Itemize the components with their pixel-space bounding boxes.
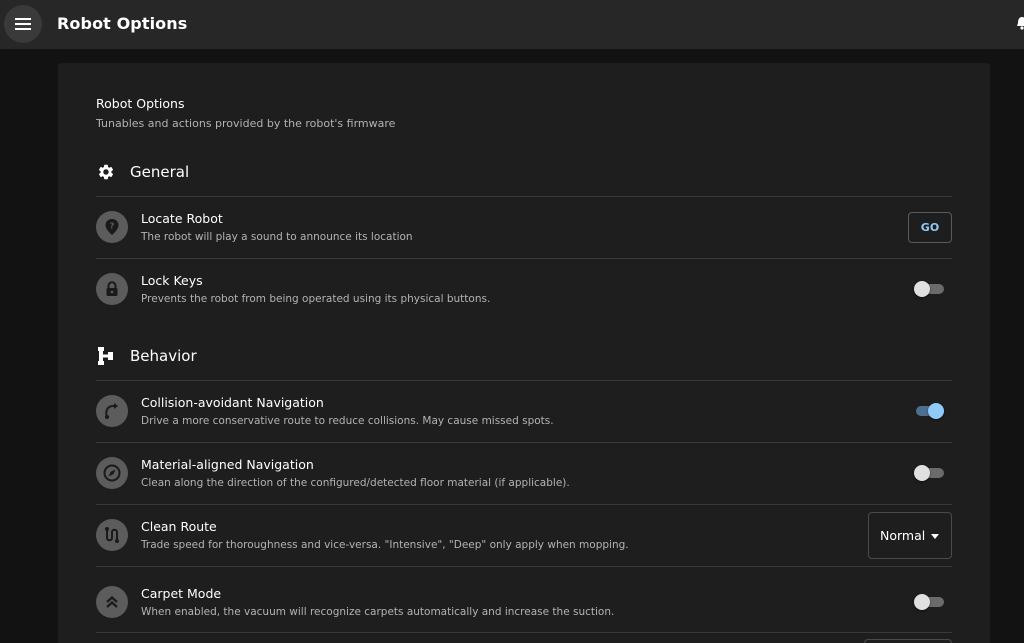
- select-value: Normal: [880, 528, 926, 543]
- list-item-material-aligned: Material-aligned Navigation Clean along …: [96, 443, 952, 503]
- route-icon: [96, 519, 128, 551]
- notification-icon[interactable]: [1017, 16, 1024, 30]
- section-behavior-title: Behavior: [130, 347, 197, 365]
- list-item-lock-keys: Lock Keys Prevents the robot from being …: [96, 259, 952, 319]
- carpet-mode-toggle[interactable]: [914, 594, 944, 610]
- section-general-title: General: [130, 163, 190, 181]
- collision-avoidant-toggle[interactable]: [914, 403, 944, 419]
- item-title: Collision-avoidant Navigation: [141, 395, 324, 410]
- location-question-icon: ?: [96, 211, 128, 243]
- route-curve-icon: [96, 395, 128, 427]
- lock-icon: [96, 273, 128, 305]
- toggle-thumb: [914, 594, 930, 610]
- page-title: Robot Options: [57, 14, 188, 33]
- clean-route-select[interactable]: Normal: [868, 512, 952, 559]
- card-subtitle: Tunables and actions provided by the rob…: [96, 117, 396, 130]
- item-description: The robot will play a sound to announce …: [141, 231, 413, 243]
- svg-text:?: ?: [110, 222, 115, 231]
- list-item-carpet-mode: Carpet Mode When enabled, the vacuum wil…: [96, 572, 952, 632]
- item-title: Material-aligned Navigation: [141, 457, 314, 472]
- divider: [96, 566, 952, 567]
- section-behavior-header: Behavior: [96, 336, 952, 376]
- lock-keys-toggle[interactable]: [914, 281, 944, 297]
- item-title: Carpet Mode: [141, 586, 222, 601]
- caret-down-icon: [931, 534, 939, 539]
- section-general-header: General: [96, 152, 952, 192]
- card-title: Robot Options: [96, 96, 185, 111]
- item-description: When enabled, the vacuum will recognize …: [141, 606, 615, 618]
- material-aligned-toggle[interactable]: [914, 465, 944, 481]
- item-description: Drive a more conservative route to reduc…: [141, 415, 554, 427]
- hamburger-menu-icon: [15, 18, 31, 30]
- item-description: Prevents the robot from being operated u…: [141, 293, 491, 305]
- locate-go-button[interactable]: GO: [908, 212, 952, 243]
- options-card: Robot Options Tunables and actions provi…: [58, 63, 990, 643]
- divider: [96, 632, 952, 633]
- next-item-control[interactable]: [864, 639, 952, 643]
- menu-button[interactable]: [4, 5, 42, 43]
- chevrons-up-icon: [96, 586, 128, 618]
- toggle-thumb: [928, 403, 944, 419]
- item-description: Clean along the direction of the configu…: [141, 477, 570, 489]
- list-item-collision-avoidant: Collision-avoidant Navigation Drive a mo…: [96, 381, 952, 441]
- item-title: Clean Route: [141, 519, 217, 534]
- toggle-thumb: [914, 465, 930, 481]
- list-item-clean-route: Clean Route Trade speed for thoroughness…: [96, 505, 952, 565]
- app-bar: Robot Options: [0, 0, 1024, 49]
- tree-structure-icon: [96, 346, 116, 366]
- item-title: Locate Robot: [141, 211, 223, 226]
- toggle-thumb: [914, 281, 930, 297]
- list-item-locate-robot: ? Locate Robot The robot will play a sou…: [96, 197, 952, 257]
- item-title: Lock Keys: [141, 273, 203, 288]
- item-description: Trade speed for thoroughness and vice-ve…: [141, 539, 629, 551]
- gear-icon: [96, 162, 116, 182]
- compass-icon: [96, 457, 128, 489]
